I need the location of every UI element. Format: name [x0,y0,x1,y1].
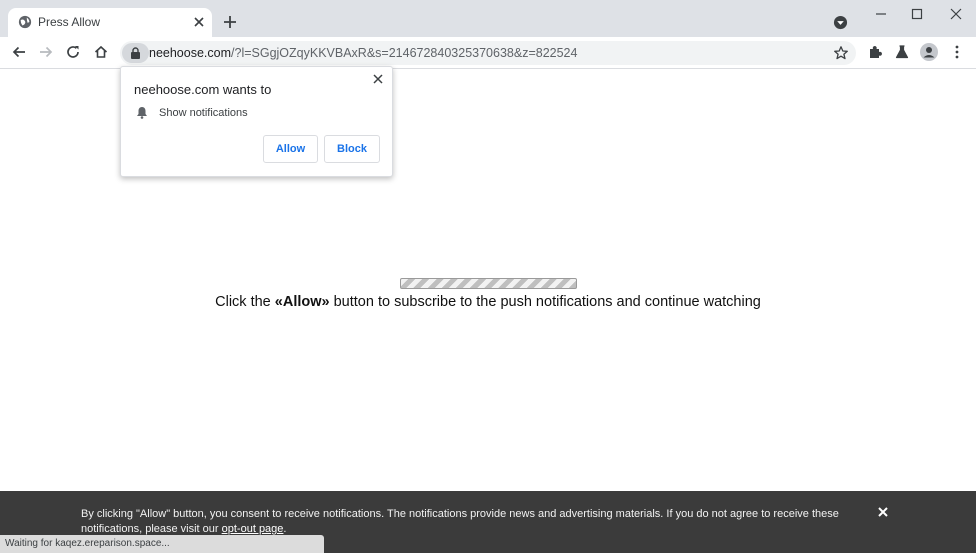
permission-popup: neehoose.com wants to Show notifications… [120,66,393,177]
avatar-icon[interactable] [920,43,938,61]
message-allow: «Allow» [274,294,330,310]
lock-icon [131,47,140,59]
star-icon[interactable] [833,45,849,61]
home-icon[interactable] [93,44,109,60]
site-info-button[interactable] [122,43,149,63]
block-button[interactable]: Block [324,135,380,163]
more-vert-icon[interactable] [949,44,965,60]
reload-icon[interactable] [65,44,81,60]
opt-out-link[interactable]: opt-out page [222,523,284,535]
minimize-icon[interactable] [873,6,889,22]
status-text: Waiting for kaqez.ereparison.space... [5,538,170,549]
close-icon[interactable] [192,15,206,29]
tab-title: Press Allow [38,15,101,29]
close-window-icon[interactable] [948,6,964,22]
status-bar: Waiting for kaqez.ereparison.space... [0,535,324,553]
message-after: button to subscribe to the push notifica… [329,294,761,310]
consent-text: By clicking "Allow" button, you consent … [81,507,861,537]
permission-label: Show notifications [159,107,248,119]
allow-button[interactable]: Allow [263,135,318,163]
globe-icon [18,15,32,29]
consent-end: . [283,523,287,535]
page-message: Click the «Allow» button to subscribe to… [0,294,976,310]
message-before: Click the [215,294,275,310]
browser-toolbar: neehoose.com/?l=SGgjOZqyKKVBAxR&s=214672… [0,37,976,69]
url-path: /?l=SGgjOZqyKKVBAxR&s=214672840325370638… [231,46,578,60]
close-icon[interactable] [371,72,385,86]
loading-progress-bar [400,278,577,289]
profile-dropdown-icon[interactable] [833,15,848,30]
url-host: neehoose.com [149,46,232,60]
close-icon[interactable] [876,505,890,519]
forward-arrow-icon[interactable] [38,44,54,60]
maximize-icon[interactable] [909,6,925,22]
consent-body: By clicking "Allow" button, you consent … [81,508,839,535]
url-text: neehoose.com/?l=SGgjOZqyKKVBAxR&s=214672… [149,46,577,60]
address-bar[interactable]: neehoose.com/?l=SGgjOZqyKKVBAxR&s=214672… [120,41,856,65]
puzzle-icon[interactable] [867,44,883,60]
tab-press-allow[interactable]: Press Allow [8,8,212,37]
bell-icon [137,107,147,119]
tab-strip: Press Allow [0,0,976,37]
popup-title: neehoose.com wants to [134,82,272,97]
flask-icon[interactable] [894,44,910,60]
plus-icon[interactable] [222,14,238,30]
back-arrow-icon[interactable] [11,44,27,60]
